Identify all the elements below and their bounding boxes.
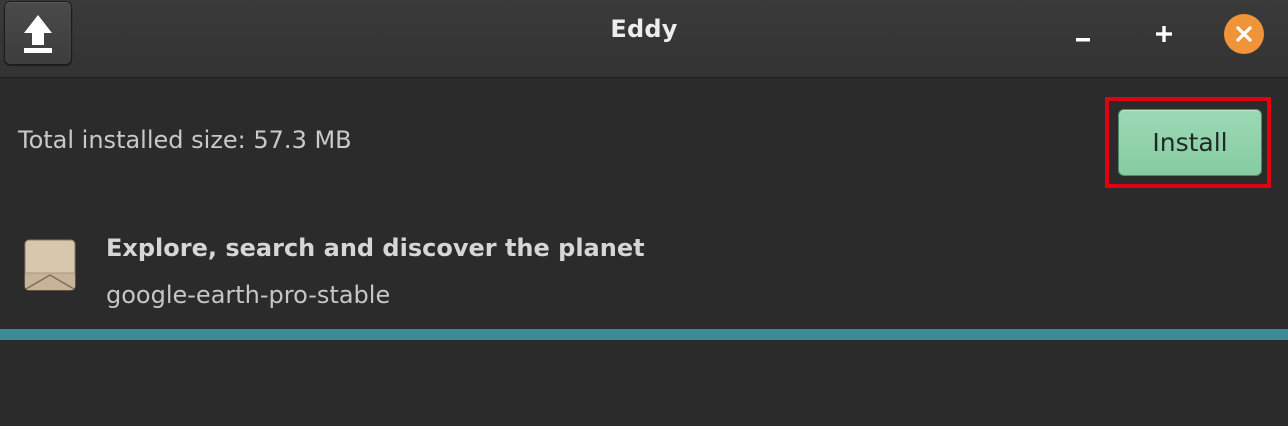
- plus-icon: [1156, 26, 1172, 42]
- progress-bar-fill: [0, 329, 1288, 340]
- maximize-button[interactable]: [1144, 14, 1184, 54]
- app-window: Eddy Total installed size: 57.3 MB Insta…: [0, 0, 1288, 426]
- package-name: google-earth-pro-stable: [106, 281, 391, 309]
- install-button[interactable]: Install: [1118, 109, 1262, 176]
- total-installed-size: Total installed size: 57.3 MB: [18, 126, 352, 154]
- package-icon: [24, 239, 76, 291]
- close-button[interactable]: [1224, 14, 1264, 54]
- minimize-button[interactable]: [1063, 14, 1103, 54]
- package-description: Explore, search and discover the planet: [106, 234, 645, 262]
- close-circle: [1224, 14, 1264, 54]
- close-icon: [1236, 26, 1252, 42]
- minimize-icon: [1076, 38, 1090, 42]
- titlebar: Eddy: [0, 0, 1288, 78]
- main-content: Total installed size: 57.3 MB Install Ex…: [0, 79, 1288, 426]
- progress-bar: [0, 329, 1288, 340]
